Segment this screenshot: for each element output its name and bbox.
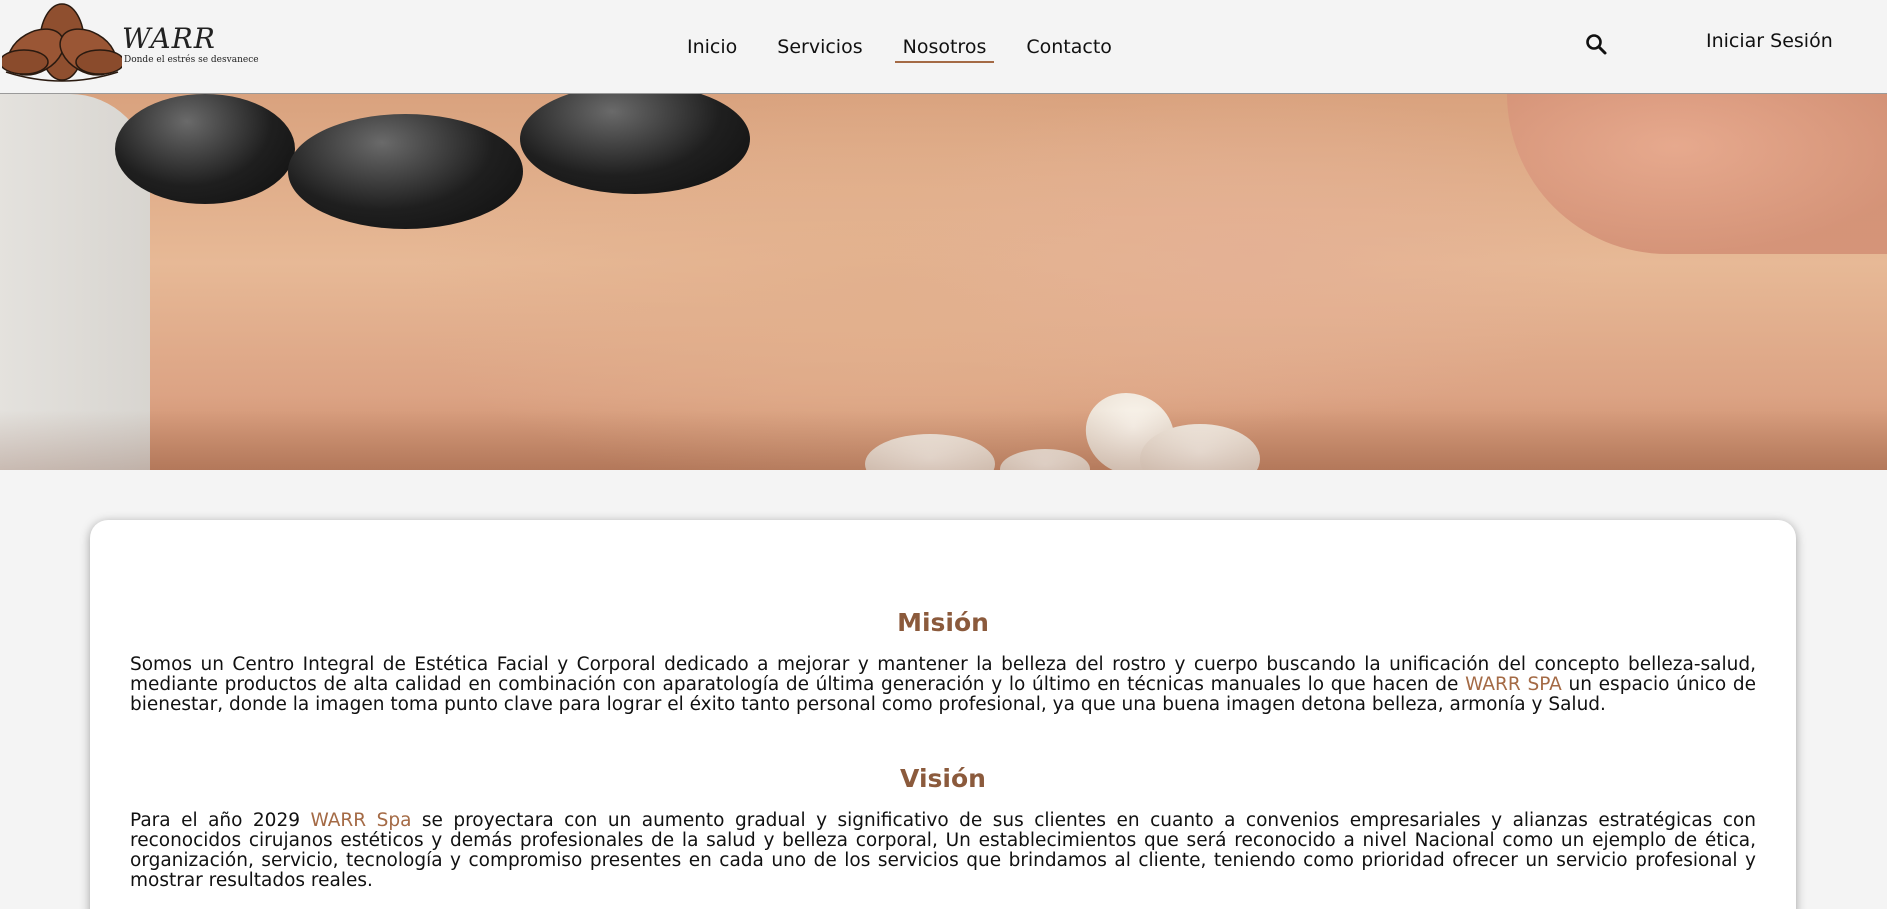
logo[interactable]: WARR Donde el estrés se desvanece	[2, 2, 259, 82]
site-header: WARR Donde el estrés se desvanece Inicio…	[0, 0, 1887, 94]
hero-shadow	[0, 410, 1887, 470]
nav-servicios[interactable]: Servicios	[763, 0, 876, 94]
vision-text: Para el año 2029 WARR Spa se proyectara …	[130, 810, 1756, 891]
mision-title: Misión	[897, 608, 989, 637]
logo-title: WARR	[122, 22, 216, 55]
brand-name: WARR Spa	[310, 810, 412, 831]
hot-stone	[520, 94, 750, 194]
therapist-hand	[1507, 94, 1887, 254]
logo-tagline: Donde el estrés se desvanece	[124, 55, 259, 65]
search-icon[interactable]	[1584, 32, 1608, 56]
login-link[interactable]: Iniciar Sesión	[1706, 30, 1833, 52]
brand-name: WARR SPA	[1465, 674, 1562, 695]
nav-inicio[interactable]: Inicio	[673, 0, 751, 94]
hot-stone	[115, 94, 295, 204]
about-card: Misión Somos un Centro Integral de Estét…	[90, 520, 1796, 909]
hot-stone	[288, 114, 523, 229]
nav-nosotros[interactable]: Nosotros	[889, 0, 1001, 94]
lotus-logo-icon	[2, 3, 122, 82]
mision-text: Somos un Centro Integral de Estética Fac…	[130, 654, 1756, 715]
vision-title: Visión	[900, 764, 986, 793]
hero-image	[0, 94, 1887, 470]
nav-contacto[interactable]: Contacto	[1012, 0, 1126, 94]
main-nav: Inicio Servicios Nosotros Contacto	[667, 0, 1132, 94]
